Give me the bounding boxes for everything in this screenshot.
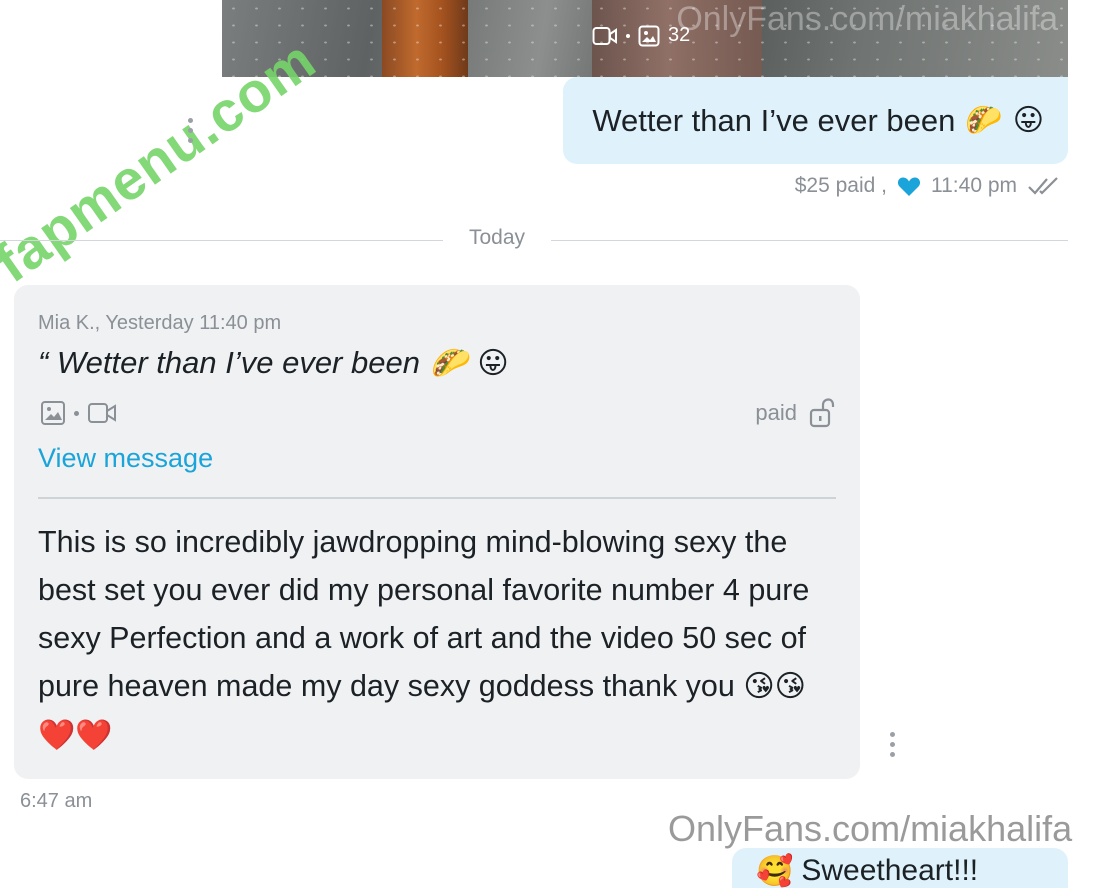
date-divider-label: Today: [468, 226, 526, 249]
kiss-emoji: 😘: [743, 669, 775, 704]
date-divider-line: [0, 240, 443, 241]
taco-emoji: 🌮: [429, 345, 468, 381]
red-heart-emoji: ❤️: [75, 718, 113, 753]
separator-dot: [74, 410, 79, 416]
heart-icon[interactable]: [897, 175, 921, 197]
quoted-message-text: “ Wetter than I’ve ever been: [38, 345, 420, 380]
sent-message-text: Wetter than I’ve ever been: [592, 102, 956, 138]
paid-label: paid: [755, 400, 797, 425]
image-icon: [41, 401, 65, 425]
paid-status: paid: [755, 398, 835, 428]
quoted-media-icons: [40, 400, 117, 426]
tongue-emoji: 😛: [477, 345, 509, 381]
message-options-button[interactable]: [187, 118, 193, 143]
next-sent-message-bubble[interactable]: 🥰 Sweetheart!!!: [732, 848, 1068, 888]
image-icon: [638, 25, 660, 46]
unlock-icon: [809, 398, 835, 428]
quoted-message: “ Wetter than I’ve ever been 🌮 😛: [38, 345, 509, 381]
price-paid-label: $25 paid ,: [794, 174, 887, 197]
double-check-icon: [1028, 177, 1058, 195]
received-message-body: This is so incredibly jawdropping mind-b…: [38, 518, 838, 760]
video-icon: [592, 26, 617, 45]
tongue-emoji: 😛: [1012, 103, 1044, 138]
site-watermark-logo: fapmenu.com: [0, 27, 327, 295]
sent-message-meta: $25 paid , 11:40 pm: [795, 174, 1063, 198]
received-message-text: This is so incredibly jawdropping mind-b…: [38, 525, 810, 703]
separator-dot: [626, 33, 630, 38]
preview-watermark: OnlyFans.com/miakhalifa: [676, 0, 1058, 38]
red-heart-emoji: ❤️: [38, 718, 76, 753]
date-divider-line: [551, 240, 1068, 241]
media-count: 32: [668, 24, 691, 46]
onlyfans-watermark: OnlyFans.com/miakhalifa: [668, 808, 1073, 849]
smiling-hearts-emoji: 🥰: [756, 854, 794, 888]
quoted-message-meta: Mia K., Yesterday 11:40 pm: [38, 312, 282, 334]
taco-emoji: 🌮: [965, 103, 1003, 138]
sent-message-bubble[interactable]: Wetter than I’ve ever been 🌮 😛: [563, 77, 1068, 164]
video-icon: [88, 403, 116, 423]
media-preview-thumbnail[interactable]: OnlyFans.com/miakhalifa 32: [222, 0, 1068, 77]
next-sent-message-text: Sweetheart!!!: [801, 854, 979, 887]
received-time: 6:47 am: [20, 790, 93, 812]
sent-time: 11:40 pm: [931, 174, 1017, 197]
card-divider: [38, 497, 836, 499]
view-message-link[interactable]: View message: [38, 443, 213, 474]
media-counter: 32: [592, 24, 690, 47]
message-options-button[interactable]: [889, 732, 895, 757]
kiss-emoji: 😘: [774, 669, 806, 704]
